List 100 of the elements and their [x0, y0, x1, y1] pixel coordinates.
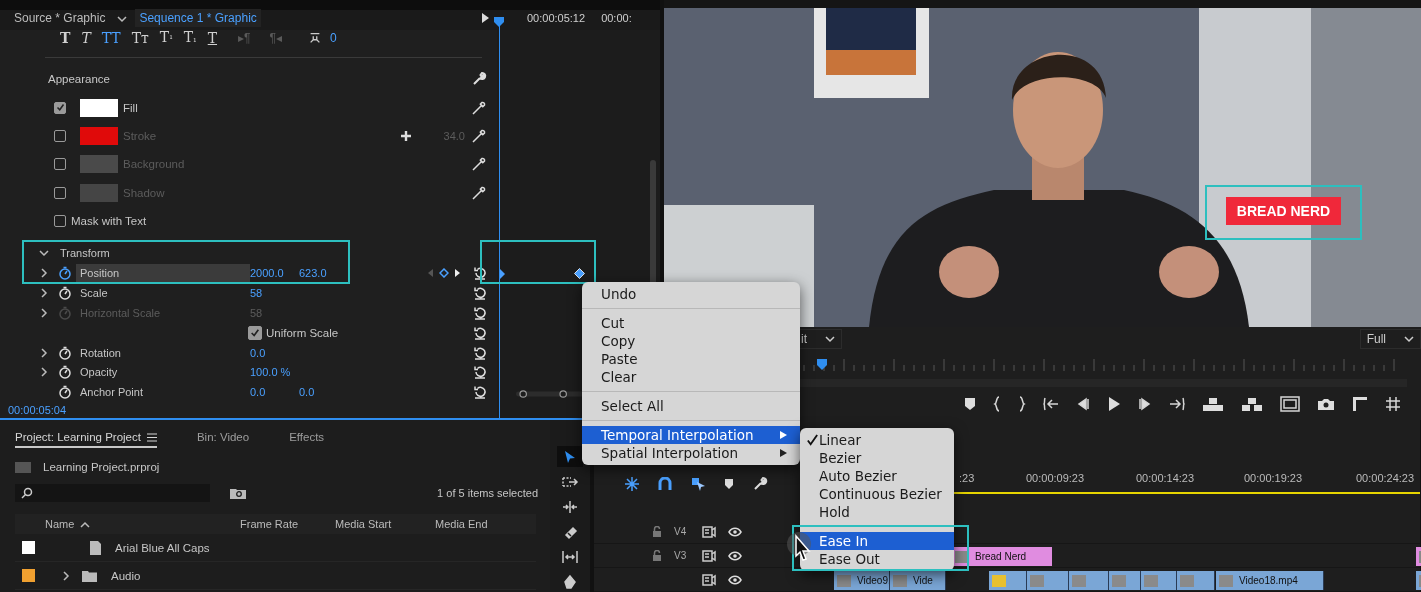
checkbox[interactable]	[54, 214, 66, 227]
color-swatch[interactable]	[80, 98, 118, 117]
color-swatch[interactable]	[80, 155, 118, 174]
checkbox[interactable]	[248, 325, 262, 340]
property-value[interactable]: 58	[250, 287, 299, 299]
chevron-icon[interactable]	[40, 288, 48, 298]
lift-icon[interactable]	[1202, 395, 1224, 412]
property-name[interactable]: Scale	[76, 284, 250, 302]
grid-icon[interactable]	[1385, 395, 1401, 412]
linked-selection-icon[interactable]	[690, 475, 706, 492]
menu-item[interactable]: Temporal Interpolation	[582, 426, 800, 444]
menu-item[interactable]: Undo	[582, 285, 800, 303]
video-clip[interactable]: Vide	[890, 571, 946, 590]
property-name[interactable]: Opacity	[76, 363, 250, 382]
sync-lock-icon[interactable]	[702, 549, 716, 562]
property-value[interactable]: 0.0	[299, 386, 348, 399]
property-value[interactable]: 2000.0	[250, 267, 299, 280]
menu-item[interactable]: Hold	[800, 503, 954, 521]
chevron-icon[interactable]	[40, 367, 48, 378]
safe-margins-icon[interactable]	[1280, 395, 1300, 412]
video-clip[interactable]: Video18.mp4	[1216, 571, 1324, 590]
mark-in-icon[interactable]	[993, 395, 1001, 412]
sync-lock-icon[interactable]	[702, 573, 716, 586]
panel-tab[interactable]: Sequence 1 * Graphic	[135, 9, 261, 27]
menu-item[interactable]: Paste	[582, 350, 800, 368]
chevron-icon[interactable]	[40, 268, 48, 279]
item-name[interactable]: Audio	[111, 569, 141, 582]
sync-lock-icon[interactable]	[702, 525, 716, 538]
property-value[interactable]: 100.0 %	[250, 366, 299, 379]
text-style-button[interactable]: T₁	[181, 29, 199, 47]
extract-icon[interactable]	[1241, 395, 1263, 412]
lock-icon[interactable]	[652, 525, 662, 538]
stopwatch-icon[interactable]	[58, 286, 72, 300]
checkbox[interactable]	[54, 101, 66, 114]
keyframe-icon[interactable]	[574, 268, 585, 279]
label-color[interactable]	[22, 541, 35, 554]
menu-item[interactable]: Linear	[800, 431, 954, 449]
text-style-button[interactable]: Tᴛ	[129, 30, 151, 46]
search-field[interactable]	[15, 484, 210, 502]
text-style-button[interactable]: T	[58, 30, 73, 46]
menu-item[interactable]: Bezier	[800, 449, 954, 467]
magnet-icon[interactable]	[658, 476, 672, 491]
playhead-icon[interactable]	[494, 17, 504, 27]
text-style-button[interactable]: T¹	[157, 29, 175, 47]
property-value[interactable]: 0.0	[250, 346, 299, 359]
property-value[interactable]: 0.0	[250, 386, 299, 399]
go-to-out-icon[interactable]	[1169, 396, 1185, 411]
property-value[interactable]: 623.0	[299, 267, 348, 280]
label-color[interactable]	[22, 569, 35, 582]
stopwatch-icon[interactable]	[58, 365, 72, 380]
video-clip[interactable]	[1109, 571, 1141, 590]
quality-dropdown[interactable]: Full	[1359, 329, 1421, 349]
find-in-bin-icon[interactable]	[230, 487, 246, 499]
eye-icon[interactable]	[728, 550, 742, 561]
eye-icon[interactable]	[728, 574, 742, 585]
stopwatch-icon[interactable]	[58, 345, 72, 360]
menu-item[interactable]: Continuous Bezier	[800, 485, 954, 503]
column-header[interactable]: Frame Rate	[240, 518, 299, 530]
panel-tab[interactable]: Source * Graphic	[10, 9, 110, 27]
column-header[interactable]: Name	[45, 518, 75, 530]
tool-button[interactable]	[557, 446, 583, 467]
text-style-button[interactable]: T	[205, 30, 220, 46]
current-time[interactable]: 00:00:05:04	[0, 402, 497, 418]
plus-icon[interactable]	[399, 130, 412, 143]
item-name[interactable]: Arial Blue All Caps	[115, 541, 210, 554]
caret-icon[interactable]	[117, 15, 128, 23]
menu-item[interactable]: Clear	[582, 368, 800, 386]
add-keyframe-icon[interactable]	[439, 268, 449, 279]
camera-icon[interactable]	[1317, 396, 1335, 411]
track-label[interactable]: V3	[674, 550, 687, 561]
play-icon[interactable]	[1107, 395, 1121, 412]
track-label[interactable]: V4	[674, 526, 687, 537]
next-keyframe-icon[interactable]	[454, 268, 461, 279]
marker-icon[interactable]	[724, 477, 734, 490]
chevron-icon[interactable]	[39, 249, 49, 258]
panel-tab[interactable]: Project: Learning Project	[15, 431, 157, 448]
video-clip[interactable]	[1069, 571, 1109, 590]
column-header[interactable]: Media Start	[335, 518, 392, 530]
menu-item[interactable]: Auto Bezier	[800, 467, 954, 485]
video-clip[interactable]	[1141, 571, 1177, 590]
checkbox[interactable]	[54, 130, 66, 143]
marker-icon[interactable]	[964, 396, 976, 411]
property-name[interactable]: Position	[76, 264, 250, 283]
playhead-icon[interactable]	[816, 359, 828, 371]
video-clip[interactable]	[1027, 571, 1069, 590]
lock-icon[interactable]	[652, 549, 662, 562]
menu-item[interactable]: Cut	[582, 314, 800, 332]
menu-item[interactable]: Select All	[582, 397, 800, 415]
chevron-icon[interactable]	[40, 347, 48, 358]
step-forward-icon[interactable]	[1138, 396, 1152, 411]
property-name[interactable]: Anchor Point	[76, 383, 250, 402]
button-editor-icon[interactable]	[1352, 395, 1368, 412]
panel-tab[interactable]: Bin: Video	[196, 431, 250, 448]
property-name[interactable]: Rotation	[76, 343, 250, 362]
panel-tab[interactable]: Effects	[289, 431, 325, 448]
color-swatch[interactable]	[80, 127, 118, 146]
column-header[interactable]: Media End	[435, 518, 488, 530]
text-style-button[interactable]: T	[79, 30, 93, 46]
video-clip[interactable]	[989, 571, 1027, 590]
menu-item[interactable]: Spatial Interpolation	[582, 444, 800, 462]
